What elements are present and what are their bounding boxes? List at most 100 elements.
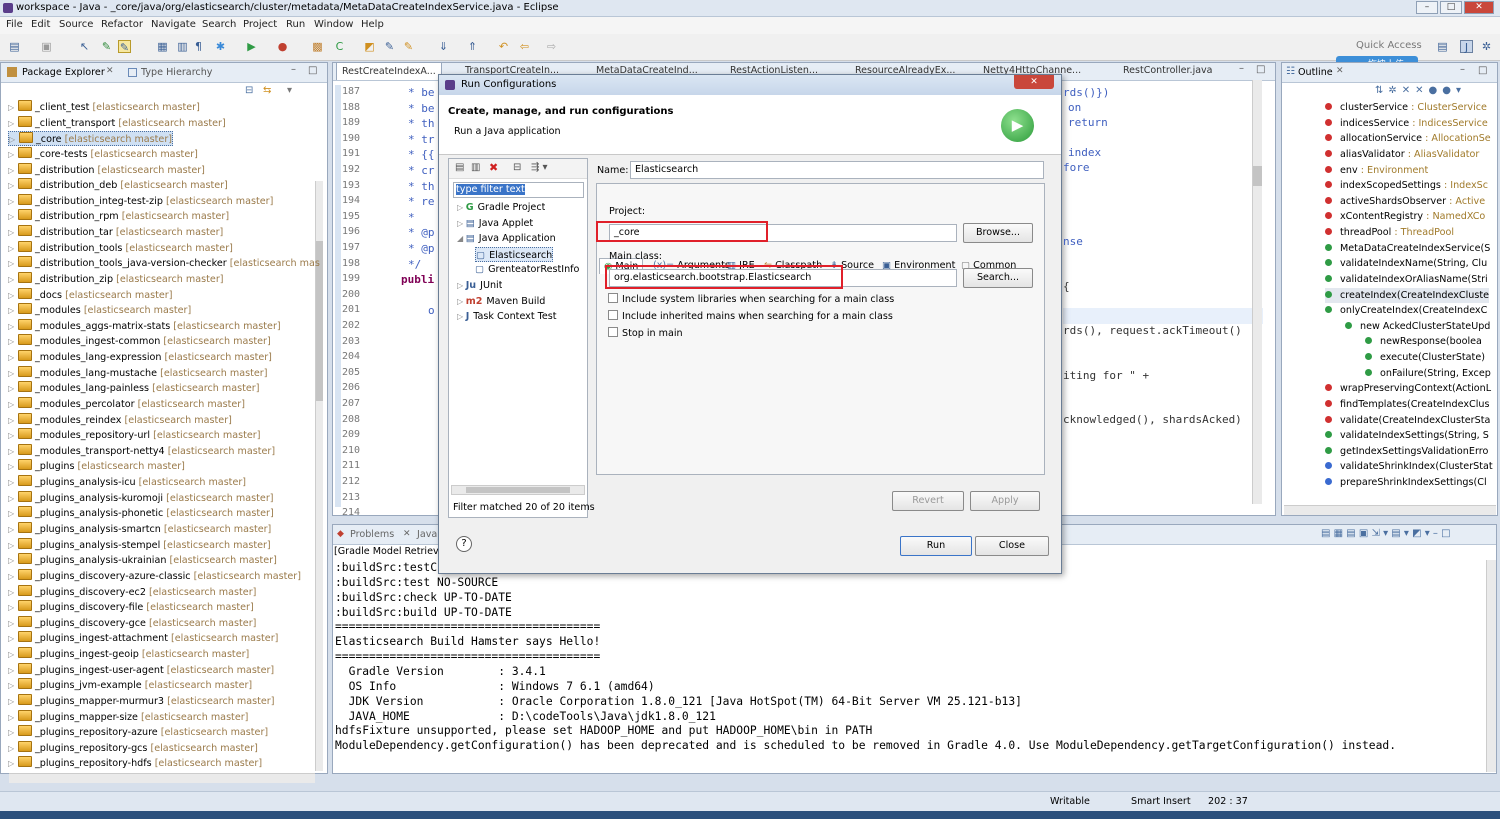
expand-arrow-icon[interactable]: ▷ <box>8 381 18 396</box>
java-perspective-icon[interactable]: J <box>1460 40 1473 54</box>
last-edit-icon[interactable]: ↶ <box>497 40 510 53</box>
menu-file[interactable]: File <box>6 19 23 30</box>
prev-annotation-icon[interactable]: ⇑ <box>466 40 479 53</box>
outline-item[interactable]: MetaDataCreateIndexService(S <box>1325 241 1490 256</box>
debug-icon[interactable]: ✱ <box>214 40 227 53</box>
project-item[interactable]: ▷ _modules [elasticsearch master] <box>8 303 191 318</box>
expand-arrow-icon[interactable]: ▷ <box>8 647 18 662</box>
search-button[interactable]: Search... <box>963 268 1033 288</box>
expand-arrow-icon[interactable]: ▷ <box>8 585 18 600</box>
save-icon[interactable]: ▣ <box>40 40 53 53</box>
search-toolbar-icon[interactable]: ✎ <box>383 40 396 53</box>
config-tree-item[interactable]: ▷ m2 Maven Build <box>457 294 545 309</box>
expand-arrow-icon[interactable]: ▷ <box>8 428 18 443</box>
tree-arrow-icon[interactable]: ▷ <box>457 203 466 212</box>
project-item[interactable]: ▷ _distribution_tools_java-version-checke… <box>8 256 320 271</box>
project-item[interactable]: ▷ _modules_aggs-matrix-stats [elasticsear… <box>8 318 281 334</box>
expand-arrow-icon[interactable]: ▷ <box>8 616 18 631</box>
project-item[interactable]: ▷ _plugins_analysis-icu [elasticsearch ma… <box>8 475 246 490</box>
project-item[interactable]: ▷ _modules_percolator [elasticsearch mast… <box>8 396 245 412</box>
config-tree-item[interactable]: ▷ Ju JUnit <box>457 278 502 293</box>
outline-item[interactable]: prepareShrinkIndexSettings(Cl <box>1325 475 1487 490</box>
minimize-button[interactable]: – <box>1416 1 1438 14</box>
next-annotation-icon[interactable]: ⇓ <box>437 40 450 53</box>
debug-perspective-icon[interactable]: ✲ <box>1480 40 1493 53</box>
outline-item[interactable]: aliasValidator : AliasValidator <box>1325 147 1479 162</box>
project-item[interactable]: ▷ _plugins_mapper-size [elasticsearch mas… <box>8 709 248 725</box>
expand-arrow-icon[interactable]: ▷ <box>8 741 18 756</box>
tree-arrow-icon[interactable]: ▷ <box>457 312 466 321</box>
config-filter-input[interactable]: type filter text <box>453 182 584 198</box>
project-item[interactable]: ▷ _modules_lang-painless [elasticsearch m… <box>8 381 259 396</box>
tree-arrow-icon[interactable]: ▷ <box>457 297 466 306</box>
mark-occurrences-icon[interactable]: ✎ <box>118 40 131 54</box>
quick-access-field[interactable]: Quick Access <box>1356 40 1422 51</box>
maximize-button[interactable]: □ <box>1440 1 1462 14</box>
expand-arrow-icon[interactable]: ▷ <box>8 256 18 271</box>
project-item[interactable]: ▷ _client_transport [elasticsearch master… <box>8 115 226 131</box>
expand-arrow-icon[interactable]: ▷ <box>8 116 18 131</box>
expand-arrow-icon[interactable]: ▷ <box>8 288 18 303</box>
link-editor-icon[interactable]: ⇆ <box>263 85 271 96</box>
project-item[interactable]: ▷ _plugins_repository-azure [elasticsearc… <box>8 725 268 740</box>
outline-item[interactable]: env : Environment <box>1325 163 1428 178</box>
menu-window[interactable]: Window <box>314 19 353 30</box>
menu-project[interactable]: Project <box>243 19 277 30</box>
project-item[interactable]: ▷ _plugins_discovery-gce [elasticsearch m… <box>8 615 256 631</box>
expand-arrow-icon[interactable]: ▷ <box>8 522 18 537</box>
outline-item[interactable]: onFailure(String, Excep <box>1365 366 1491 381</box>
project-item[interactable]: ▷ _plugins_analysis-ukrainian [elasticsea… <box>8 553 277 568</box>
menu-help[interactable]: Help <box>361 19 384 30</box>
outline-toolbar-icons[interactable]: ⇅✲✕✕●●▾ <box>1375 85 1466 96</box>
annotation-icon[interactable]: ✎ <box>402 40 415 53</box>
outline-item[interactable]: xContentRegistry : NamedXCo <box>1325 209 1485 224</box>
include-inherited-mains-checkbox[interactable]: Include inherited mains when searching f… <box>608 310 893 324</box>
open-perspective-icon[interactable]: ▤ <box>1436 40 1449 53</box>
outline-item[interactable]: clusterService : ClusterService <box>1325 100 1487 115</box>
project-item[interactable]: ▷ _distribution_integ-test-zip [elasticse… <box>8 193 273 209</box>
project-item[interactable]: ▷ _plugins [elasticsearch master] <box>8 459 185 474</box>
outline-tab[interactable]: Outline <box>1298 67 1333 78</box>
project-item[interactable]: ▷ _distribution_rpm [elasticsearch master… <box>8 209 229 224</box>
layout-icon[interactable]: ▦ <box>156 40 169 53</box>
project-item[interactable]: ▷ _plugins_repository-hdfs [elasticsearch… <box>8 756 262 771</box>
config-tree-item[interactable]: ▢ Elasticsearch <box>475 246 554 262</box>
outline-item[interactable]: getIndexSettingsValidationErro <box>1325 444 1488 459</box>
expand-arrow-icon[interactable]: ▷ <box>8 303 18 318</box>
expand-arrow-icon[interactable]: ▷ <box>8 350 18 365</box>
close-window-button[interactable]: ✕ <box>1464 1 1494 14</box>
project-item[interactable]: ▷ _distribution_tar [elasticsearch master… <box>8 225 223 240</box>
problems-tab[interactable]: Problems <box>350 529 394 540</box>
outline-minimize-icon[interactable]: – <box>1460 64 1465 75</box>
expand-arrow-icon[interactable]: ▷ <box>8 272 18 287</box>
config-tree-item[interactable]: ▢ GrenteatorRestInfo <box>475 262 579 277</box>
apply-button[interactable]: Apply <box>970 491 1040 511</box>
new-icon[interactable]: ▤ <box>8 40 21 53</box>
new-config-icon[interactable]: ▤ <box>455 162 464 173</box>
expand-arrow-icon[interactable]: ▷ <box>8 663 18 678</box>
outline-item[interactable]: activeShardsObserver : Active <box>1325 194 1485 209</box>
javadoc-tab[interactable]: Java <box>417 529 437 540</box>
expand-arrow-icon[interactable]: ▷ <box>8 678 18 693</box>
expand-arrow-icon[interactable]: ▷ <box>8 506 18 521</box>
menu-run[interactable]: Run <box>286 19 305 30</box>
new-java-icon[interactable]: C <box>333 40 346 53</box>
package-explorer-tab[interactable]: Package Explorer <box>22 67 105 78</box>
expand-arrow-icon[interactable]: ▷ <box>8 725 18 740</box>
menu-edit[interactable]: Edit <box>31 19 50 30</box>
outline-item[interactable]: validateIndexSettings(String, S <box>1325 428 1489 443</box>
outline-maximize-icon[interactable]: □ <box>1478 65 1487 76</box>
project-item[interactable]: ▷ _distribution_zip [elasticsearch master… <box>8 271 224 287</box>
include-system-libs-checkbox[interactable]: Include system libraries when searching … <box>608 293 894 307</box>
project-item[interactable]: ▷ _plugins_ingest-geoip [elasticsearch ma… <box>8 647 249 662</box>
outline-item[interactable]: createIndex(CreateIndexCluste <box>1325 287 1490 303</box>
menu-source[interactable]: Source <box>59 19 93 30</box>
expand-arrow-icon[interactable]: ▷ <box>8 366 18 381</box>
expand-arrow-icon[interactable]: ▷ <box>8 100 18 115</box>
project-item[interactable]: ▷ _plugins_analysis-phonetic [elasticsear… <box>8 506 274 521</box>
expand-arrow-icon[interactable]: ▷ <box>8 459 18 474</box>
type-hierarchy-tab[interactable]: Type Hierarchy <box>141 67 212 78</box>
project-item[interactable]: ▷ _core [elasticsearch master] <box>8 131 174 147</box>
filter-config-icon[interactable]: ⇶ ▾ <box>531 162 548 173</box>
problems-close-icon[interactable]: ✕ <box>403 529 411 539</box>
